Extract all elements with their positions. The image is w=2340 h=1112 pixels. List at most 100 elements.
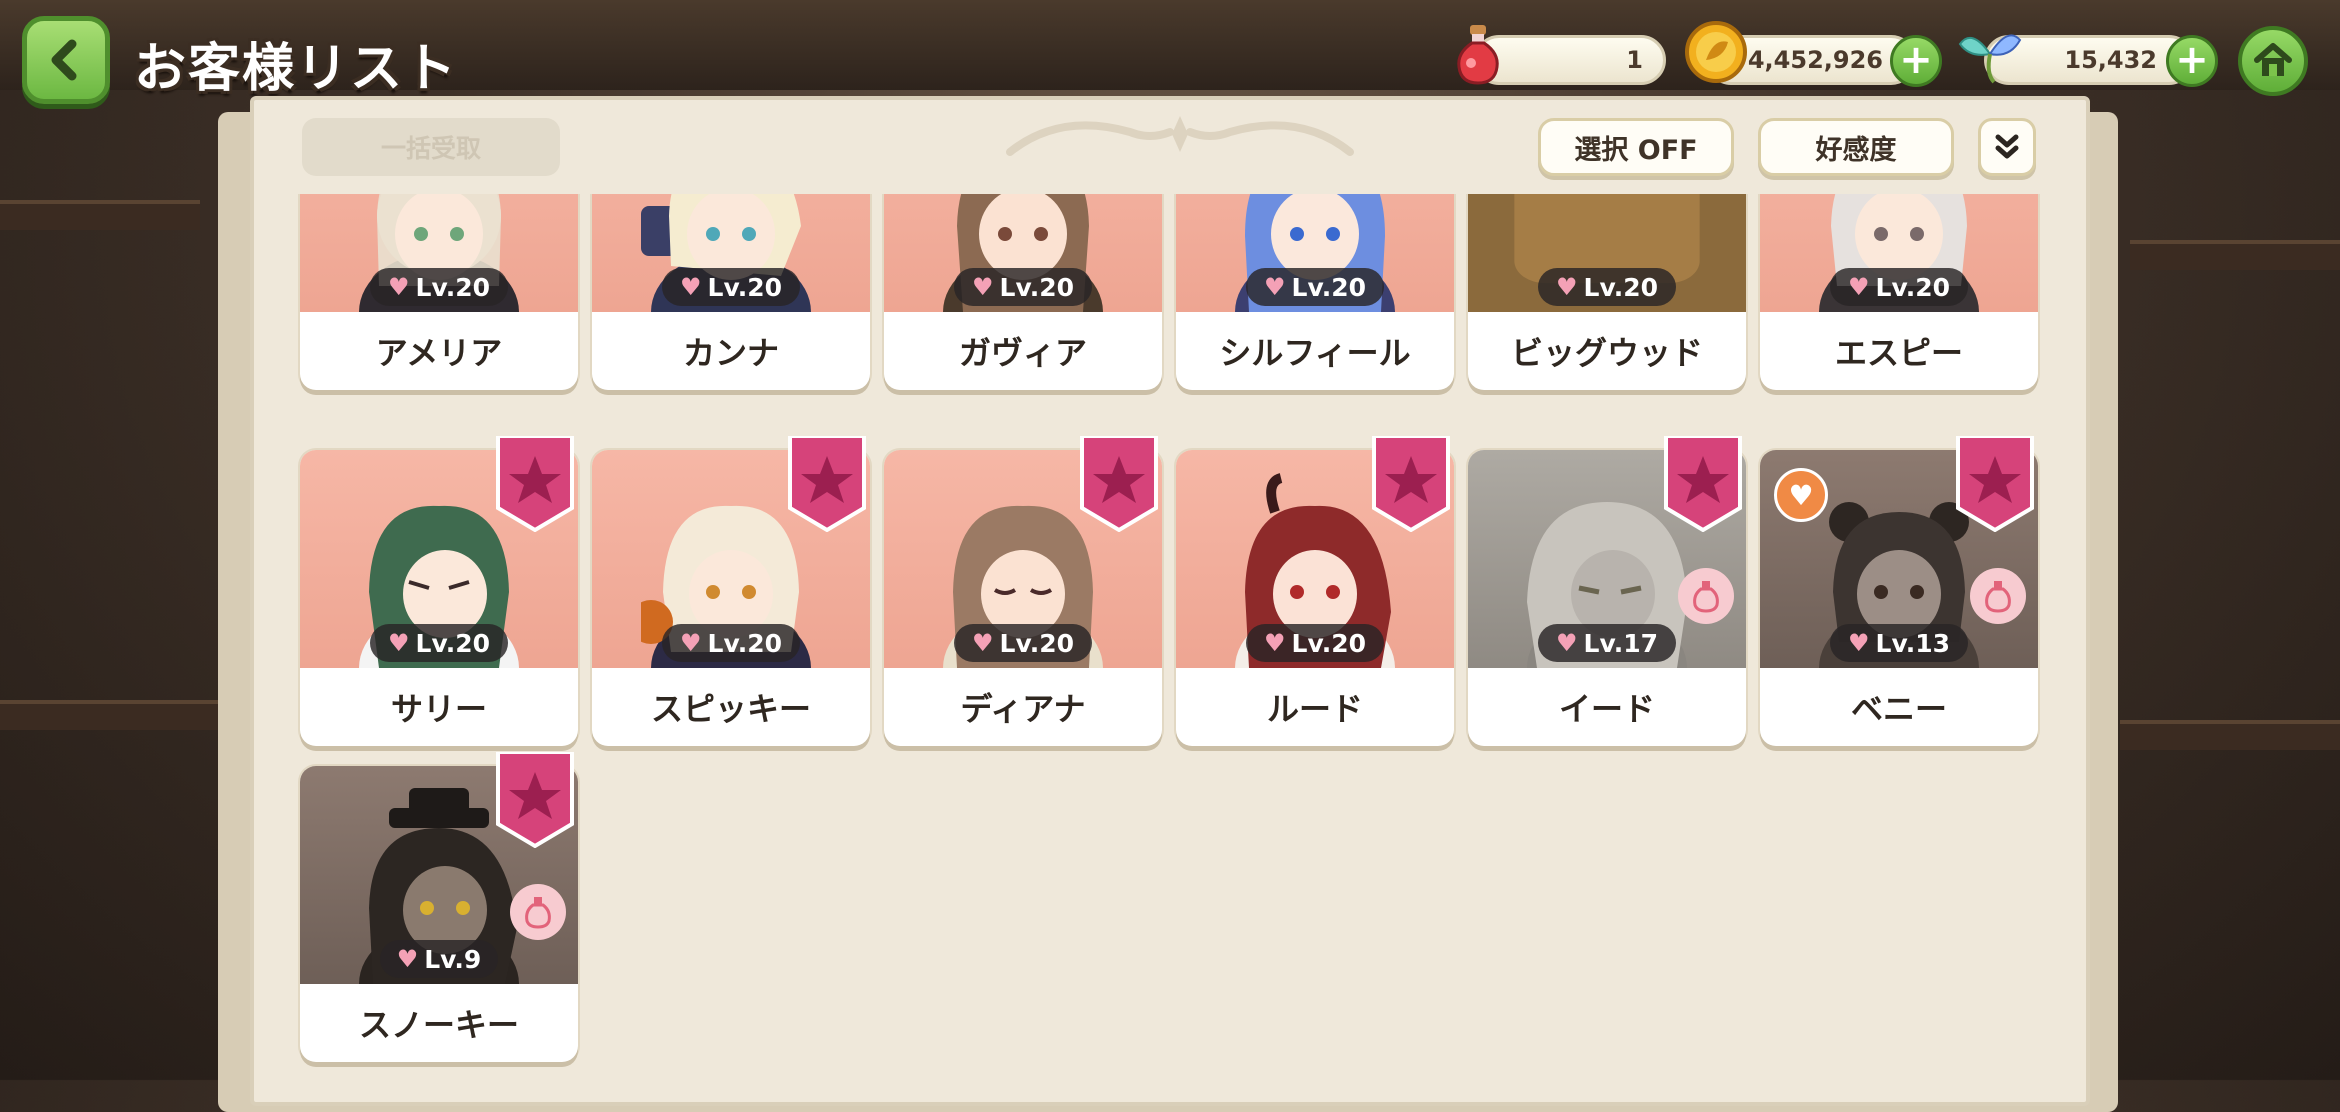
level-badge: ♥ Lv.20	[1246, 624, 1384, 662]
heart-icon: ♥	[680, 273, 702, 301]
star-rank-badge	[496, 436, 574, 532]
customer-name: イード	[1558, 690, 1655, 728]
star-rank-badge	[496, 752, 574, 848]
level-badge: ♥ Lv.9	[380, 940, 498, 978]
gem-count: 15,432	[2064, 46, 2157, 74]
heart-icon: ♥	[1556, 629, 1578, 657]
home-icon	[2254, 43, 2292, 76]
customer-card[interactable]: ♥ Lv.20 シルフィール	[1176, 194, 1454, 390]
level-text: Lv.13	[1875, 628, 1950, 658]
customer-card[interactable]: ♥ Lv.20 エスピー	[1760, 194, 2038, 390]
heart-icon: ♥	[680, 629, 702, 657]
potion-request-icon	[1678, 568, 1734, 624]
star-rank-badge	[1372, 436, 1450, 532]
star-rank-badge	[1080, 436, 1158, 532]
customer-card[interactable]: ♥ Lv.20 ガヴィア	[884, 194, 1162, 390]
heart-icon: ♥	[388, 629, 410, 657]
background-shelf-right-low	[2120, 720, 2340, 750]
level-badge: ♥ Lv.20	[954, 268, 1092, 306]
customer-name: ディアナ	[960, 690, 1086, 728]
customer-card[interactable]: ♥ Lv.20 アメリア	[300, 194, 578, 390]
add-gold-button[interactable]: +	[1890, 35, 1942, 87]
level-text: Lv.20	[1875, 272, 1950, 302]
background-shelf-right	[2130, 240, 2340, 270]
sort-affinity-button[interactable]: 好感度	[1758, 118, 1954, 176]
customer-card[interactable]: ♥ Lv.20 スピッキー	[592, 436, 870, 746]
double-chevron-down-icon	[1995, 134, 2019, 159]
level-badge: ♥ Lv.20	[662, 268, 800, 306]
level-text: Lv.17	[1583, 628, 1658, 658]
heart-icon: ♥	[1848, 629, 1870, 657]
customer-name: シルフィール	[1219, 334, 1411, 372]
level-text: Lv.20	[415, 272, 490, 302]
level-badge: ♥ Lv.20	[1538, 268, 1676, 306]
customer-name: スピッキー	[650, 690, 811, 728]
customer-card[interactable]: ♥ Lv.20 カンナ	[592, 194, 870, 390]
customer-name: ルード	[1266, 690, 1363, 728]
customer-grid[interactable]: ♥ Lv.20 アメリア ♥ Lv.20 カンナ ♥ Lv.20 ガヴィア ♥ Lv.2…	[296, 194, 2056, 1080]
level-badge: ♥ Lv.20	[370, 624, 508, 662]
level-text: Lv.20	[707, 272, 782, 302]
background-shelf-left	[0, 200, 200, 230]
potion-request-icon	[510, 884, 566, 940]
gold-count: 4,452,926	[1747, 46, 1883, 74]
select-toggle-button[interactable]: 選択 OFF	[1538, 118, 1734, 176]
favorite-heart-icon: ♥	[1774, 468, 1828, 522]
level-text: Lv.20	[999, 628, 1074, 658]
customer-name: アメリア	[375, 334, 503, 372]
level-badge: ♥ Lv.20	[370, 268, 508, 306]
panel-ornament	[1000, 112, 1360, 171]
level-text: Lv.20	[999, 272, 1074, 302]
heart-icon: ♥	[972, 629, 994, 657]
heart-icon: ♥	[1848, 273, 1870, 301]
customer-name: ガヴィア	[958, 334, 1087, 372]
heart-icon: ♥	[388, 273, 410, 301]
customer-name: スノーキー	[358, 1006, 519, 1044]
customer-card[interactable]: ♥ Lv.9 スノーキー	[300, 752, 578, 1062]
customer-name: カンナ	[682, 334, 779, 372]
level-badge: ♥ Lv.20	[1830, 268, 1968, 306]
back-button[interactable]	[22, 16, 110, 104]
bulk-receive-button[interactable]: 一括受取	[302, 118, 560, 176]
level-text: Lv.20	[1291, 628, 1366, 658]
star-rank-badge	[788, 436, 866, 532]
page-title: お客様リスト	[134, 39, 459, 99]
potion-request-icon	[1970, 568, 2026, 624]
customer-name: ベニー	[1850, 690, 1947, 728]
level-badge: ♥ Lv.20	[662, 624, 800, 662]
add-gem-button[interactable]: +	[2166, 35, 2218, 87]
expand-sort-button[interactable]	[1978, 118, 2036, 176]
level-badge: ♥ Lv.20	[954, 624, 1092, 662]
level-text: Lv.20	[1291, 272, 1366, 302]
heart-icon: ♥	[1556, 273, 1578, 301]
potion-icon	[1446, 22, 1510, 86]
level-text: Lv.20	[415, 628, 490, 658]
level-badge: ♥ Lv.17	[1538, 624, 1676, 662]
customer-name: ビッグウッド	[1510, 334, 1703, 372]
chevron-left-icon	[51, 39, 77, 81]
background-shelf-left-low	[0, 700, 220, 730]
customer-card[interactable]: ♥ ♥ Lv.13 ベニー	[1760, 436, 2038, 746]
star-rank-badge	[1664, 436, 1742, 532]
customer-card[interactable]: ♥ Lv.17 イード	[1468, 436, 1746, 746]
customer-card[interactable]: ♥ Lv.20 サリー	[300, 436, 578, 746]
customer-name: エスピー	[1834, 334, 1963, 372]
level-text: Lv.20	[707, 628, 782, 658]
gold-coin-icon	[1684, 20, 1748, 84]
heart-icon: ♥	[1264, 273, 1286, 301]
customer-card[interactable]: ♥ Lv.20 ビッグウッド	[1468, 194, 1746, 390]
customer-name: サリー	[390, 690, 487, 728]
potion-count: 1	[1626, 46, 1643, 74]
home-button[interactable]	[2238, 26, 2308, 96]
level-badge: ♥ Lv.13	[1830, 624, 1968, 662]
level-text: Lv.20	[1583, 272, 1658, 302]
star-rank-badge	[1956, 436, 2034, 532]
crystal-leaf-icon	[1958, 22, 2022, 86]
level-badge: ♥ Lv.20	[1246, 268, 1384, 306]
customer-card[interactable]: ♥ Lv.20 ディアナ	[884, 436, 1162, 746]
heart-icon: ♥	[972, 273, 994, 301]
heart-icon: ♥	[1264, 629, 1286, 657]
customer-card[interactable]: ♥ Lv.20 ルード	[1176, 436, 1454, 746]
heart-icon: ♥	[396, 945, 419, 973]
level-text: Lv.9	[424, 944, 482, 974]
